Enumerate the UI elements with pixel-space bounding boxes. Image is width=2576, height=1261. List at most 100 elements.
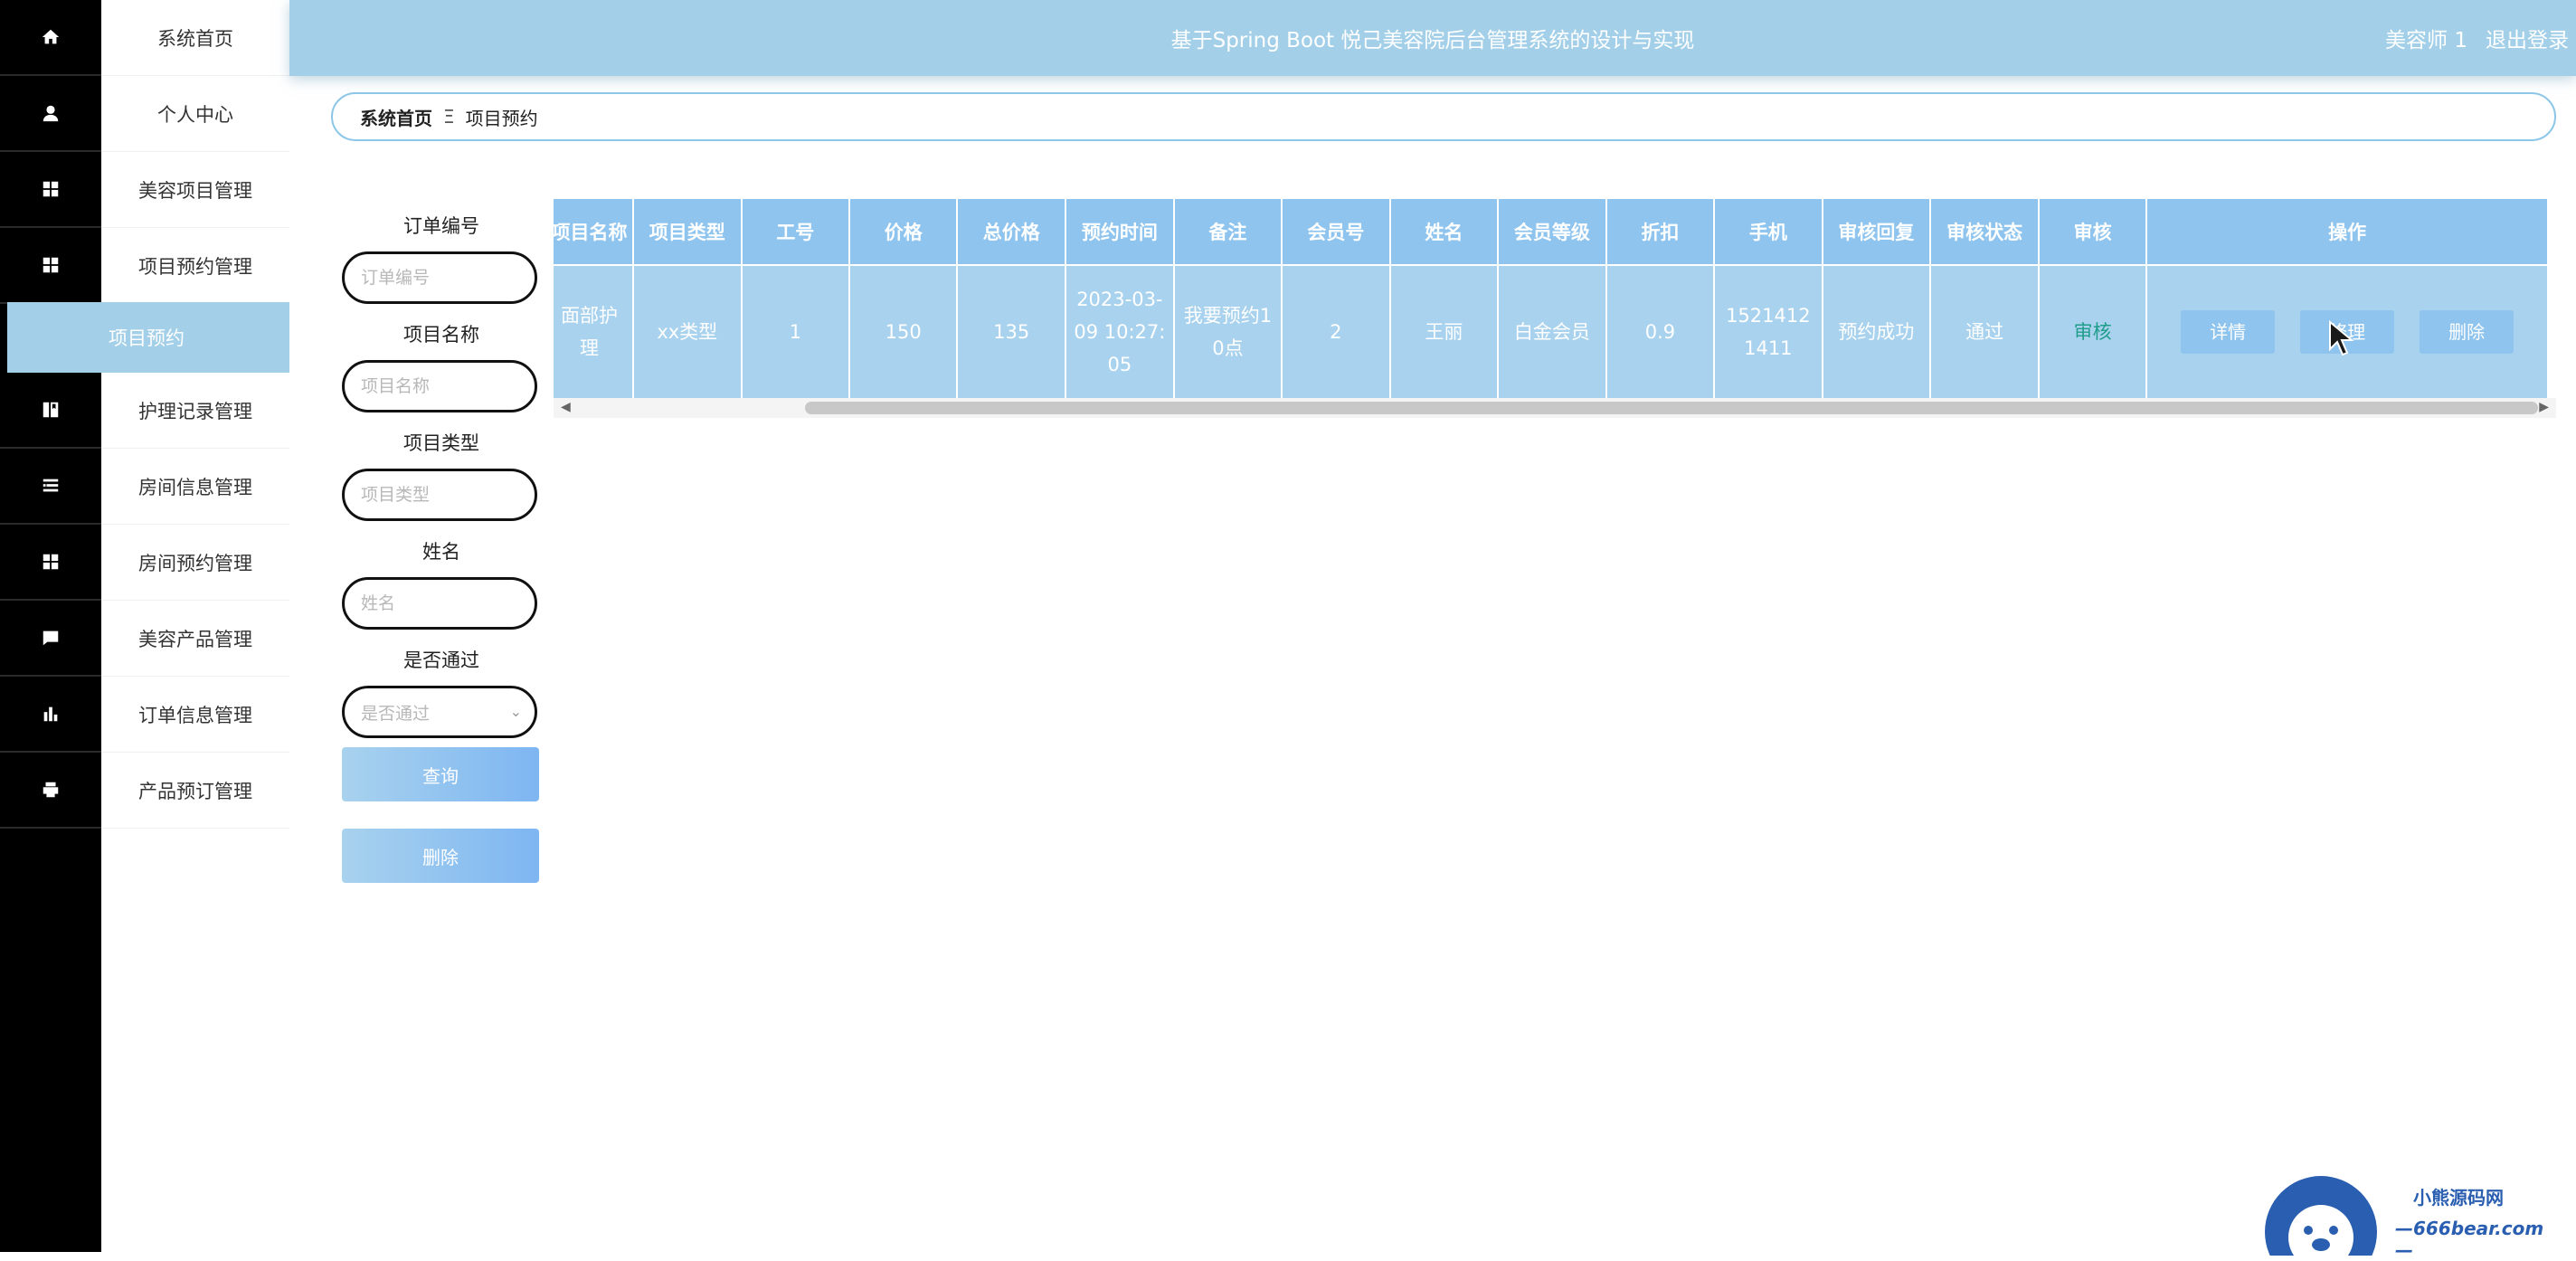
- project-name-input[interactable]: [342, 360, 537, 412]
- list-icon: [43, 479, 59, 492]
- detail-button[interactable]: 详情: [2181, 310, 2276, 354]
- watermark: 小熊源码网 —666bear.com—: [2261, 1171, 2560, 1261]
- sidebar-item-label: 项目预约: [109, 327, 185, 349]
- sidebar-icon-personal[interactable]: [0, 76, 101, 152]
- page-title: 基于Spring Boot 悦己美容院后台管理系统的设计与实现: [1170, 29, 1695, 52]
- table-header-row: 项目名称 项目类型 工号 价格 总价格 预约时间 备注 会员号 姓名 会员等级 …: [554, 199, 2549, 265]
- passed-select-value: 是否通过: [361, 703, 431, 724]
- sidebar-icon-home[interactable]: [0, 0, 101, 76]
- sidebar-item-label: 系统首页: [157, 27, 233, 50]
- scroll-right-arrow-icon[interactable]: ▶: [2539, 400, 2549, 414]
- scroll-thumb[interactable]: [805, 402, 2538, 414]
- column-header: 预约时间: [1065, 199, 1175, 265]
- sidebar-item-room-info-management[interactable]: 房间信息管理: [101, 449, 289, 525]
- column-header: 会员等级: [1498, 199, 1607, 265]
- sidebar-item-label: 个人中心: [157, 103, 233, 126]
- column-header: 审核: [2038, 199, 2148, 265]
- cell-phone: 15214121411: [1714, 264, 1823, 398]
- current-user: 美容师 1: [2385, 29, 2467, 52]
- sidebar-item-beauty-product-management[interactable]: 美容产品管理: [101, 601, 289, 677]
- passed-select[interactable]: 是否通过 ⌄: [342, 686, 537, 738]
- breadcrumb-current: 项目预约: [465, 107, 538, 129]
- sidebar-item-label: 房间信息管理: [138, 476, 252, 498]
- cell-project-type: xx类型: [632, 264, 743, 398]
- batch-delete-button[interactable]: 删除: [342, 829, 539, 883]
- column-header: 手机: [1714, 199, 1823, 265]
- sidebar-item-label: 订单信息管理: [138, 704, 252, 726]
- chat-icon: [43, 630, 59, 646]
- delete-button[interactable]: 删除: [2420, 310, 2514, 354]
- order-no-label: 订单编号: [403, 215, 479, 237]
- printer-icon: [43, 782, 59, 798]
- home-icon: [42, 29, 60, 44]
- cell-member-no: 2: [1282, 264, 1391, 398]
- chevron-down-icon: ⌄: [509, 703, 522, 720]
- cell-staff-no: 1: [741, 264, 851, 398]
- column-header: 备注: [1173, 199, 1283, 265]
- name-input[interactable]: [342, 577, 537, 630]
- bar-chart-icon: [43, 706, 58, 722]
- book-icon: [43, 402, 59, 418]
- sidebar-icon-beauty-product[interactable]: [0, 601, 101, 677]
- sidebar-icon-room-info[interactable]: [0, 449, 101, 525]
- project-type-label: 项目类型: [403, 432, 479, 454]
- project-name-label: 项目名称: [403, 324, 479, 346]
- sidebar-icon-care-record[interactable]: [0, 373, 101, 449]
- sidebar-item-label: 美容项目管理: [138, 179, 252, 202]
- sidebar-item-product-order-management[interactable]: 产品预订管理: [101, 753, 289, 829]
- bear-logo-icon: [2265, 1176, 2377, 1256]
- audit-link[interactable]: 审核: [2038, 264, 2148, 398]
- cell-audit-status: 通过: [1930, 264, 2040, 398]
- sidebar-item-label: 项目预约管理: [138, 255, 252, 278]
- watermark-title: 小熊源码网: [2413, 1187, 2504, 1209]
- sidebar-item-room-booking-management[interactable]: 房间预约管理: [101, 525, 289, 601]
- sidebar-menu: 系统首页 个人中心 美容项目管理 项目预约管理 护理记录管理 房间信息管理 房间…: [101, 0, 289, 1252]
- sidebar-item-project-booking[interactable]: 项目预约: [7, 302, 289, 373]
- column-header: 姓名: [1389, 199, 1500, 265]
- breadcrumb-home[interactable]: 系统首页: [360, 104, 432, 130]
- cell-total-price: 135: [957, 264, 1066, 398]
- booking-table-wrap: 项目名称 项目类型 工号 价格 总价格 预约时间 备注 会员号 姓名 会员等级 …: [554, 199, 2556, 422]
- cell-member-level: 白金会员: [1498, 264, 1607, 398]
- sidebar-icon-beauty-project[interactable]: [0, 152, 101, 228]
- column-header: 价格: [849, 199, 959, 265]
- user-icon: [43, 105, 59, 122]
- watermark-url: —666bear.com—: [2395, 1218, 2544, 1261]
- grid-icon: [43, 257, 59, 273]
- sidebar-item-home[interactable]: 系统首页: [101, 0, 289, 76]
- name-label: 姓名: [422, 541, 460, 563]
- sidebar-item-order-info-management[interactable]: 订单信息管理: [101, 677, 289, 753]
- cell-project-name: 面部护理: [554, 264, 634, 398]
- column-header: 工号: [741, 199, 851, 265]
- breadcrumb-separator: Ξ: [443, 106, 455, 128]
- logout-link[interactable]: 退出登录: [2486, 0, 2569, 76]
- column-header: 项目类型: [632, 199, 743, 265]
- sidebar-icon-room-booking[interactable]: [0, 525, 101, 601]
- column-header: 项目名称: [554, 199, 634, 265]
- query-button[interactable]: 查询: [342, 747, 539, 801]
- sidebar-item-label: 产品预订管理: [138, 780, 252, 802]
- cell-name: 王丽: [1389, 264, 1500, 398]
- project-type-input[interactable]: [342, 469, 537, 521]
- sidebar-item-project-booking-management[interactable]: 项目预约管理: [101, 228, 289, 304]
- cell-remark: 我要预约10点: [1173, 264, 1283, 398]
- sidebar-icon-product-order[interactable]: [0, 753, 101, 829]
- sidebar-icon-project-booking[interactable]: [0, 228, 101, 304]
- grid-icon: [43, 181, 59, 197]
- sidebar-icon-order-info[interactable]: [0, 677, 101, 753]
- column-header: 折扣: [1605, 199, 1716, 265]
- order-no-input[interactable]: [342, 251, 537, 304]
- sidebar-item-label: 房间预约管理: [138, 552, 252, 574]
- sidebar-item-beauty-project-management[interactable]: 美容项目管理: [101, 152, 289, 228]
- passed-label: 是否通过: [403, 649, 479, 671]
- table-horizontal-scrollbar[interactable]: ◀ ▶: [554, 398, 2556, 418]
- sidebar-item-care-record-management[interactable]: 护理记录管理: [101, 373, 289, 449]
- cell-audit-reply: 预约成功: [1822, 264, 1932, 398]
- sidebar-item-label: 护理记录管理: [138, 400, 252, 422]
- column-header: 操作: [2146, 199, 2549, 265]
- sidebar-icon-strip: [0, 0, 101, 1252]
- column-header: 审核回复: [1822, 199, 1932, 265]
- grid-icon: [43, 554, 59, 570]
- scroll-left-arrow-icon[interactable]: ◀: [561, 400, 571, 414]
- sidebar-item-personal-center[interactable]: 个人中心: [101, 76, 289, 152]
